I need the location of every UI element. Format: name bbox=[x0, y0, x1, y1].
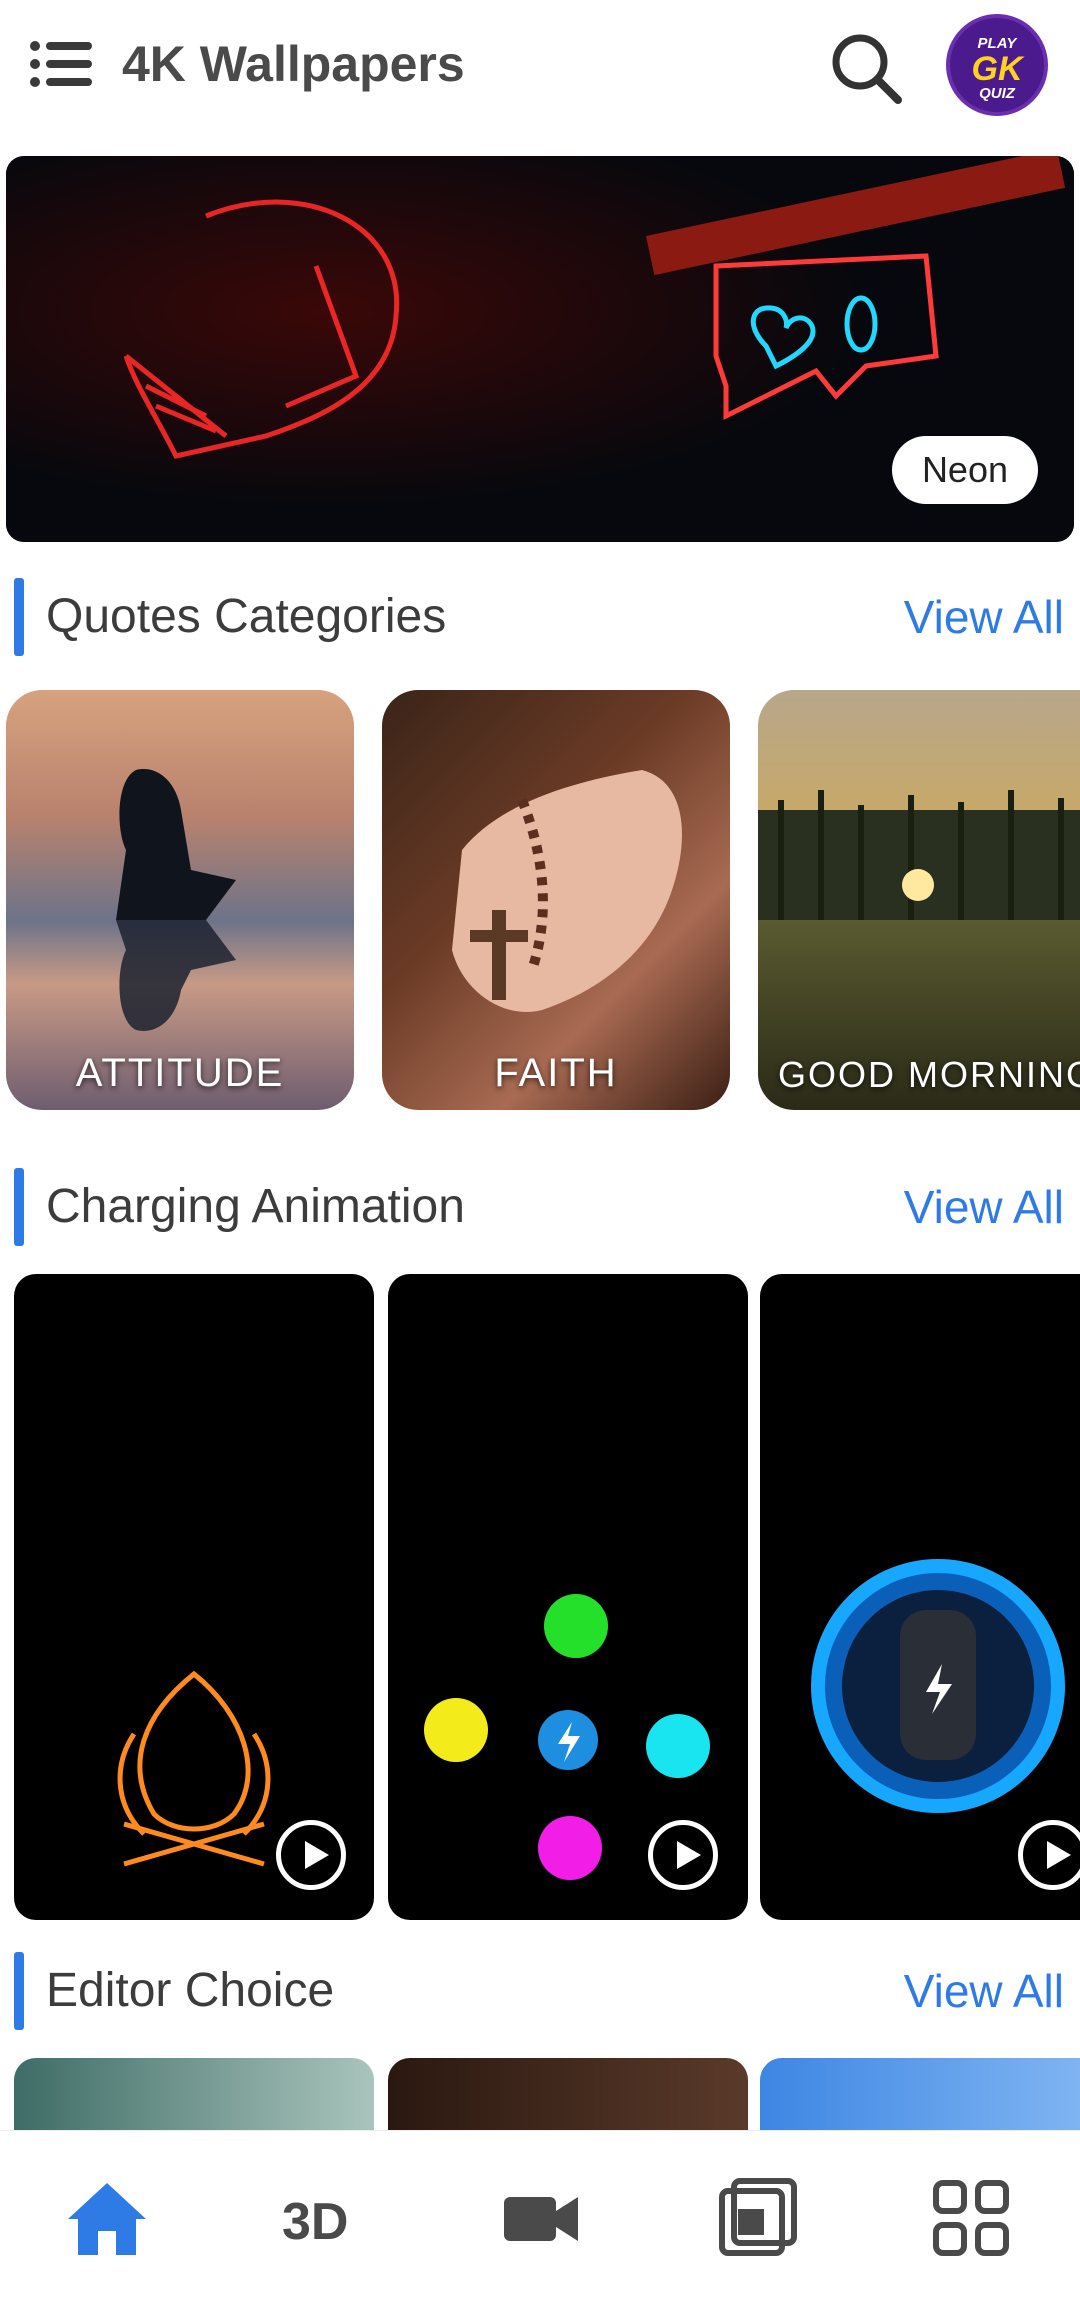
svg-text:3D: 3D bbox=[282, 2193, 348, 2251]
charging-card-car[interactable] bbox=[760, 1274, 1080, 1920]
quotes-view-all-link[interactable]: View All bbox=[904, 578, 1064, 656]
section-accent-bar bbox=[14, 1952, 24, 2030]
banner-tag: Neon bbox=[891, 436, 1038, 504]
charging-card-fire[interactable] bbox=[14, 1274, 374, 1920]
home-icon[interactable] bbox=[62, 2173, 152, 2263]
attitude-image bbox=[116, 769, 236, 1031]
editor-view-all-link[interactable]: View All bbox=[904, 1952, 1064, 2030]
3d-icon[interactable]: 3D bbox=[278, 2173, 368, 2263]
editor-card-1[interactable] bbox=[14, 2058, 374, 2130]
quote-card-label: FAITH bbox=[494, 1051, 618, 1095]
editor-card-3[interactable] bbox=[760, 2058, 1080, 2130]
car-animation-preview bbox=[811, 1559, 1065, 1813]
charging-section-title: Charging Animation bbox=[46, 1180, 465, 1233]
app-title: 4K Wallpapers bbox=[122, 36, 465, 92]
quote-card-label: ATTITUDE bbox=[75, 1051, 285, 1095]
quote-card-good-morning[interactable]: GOOD MORNING bbox=[758, 690, 1080, 1110]
gallery-icon[interactable] bbox=[712, 2173, 802, 2263]
section-accent-bar bbox=[14, 1168, 24, 1246]
quote-card-label: GOOD MORNING bbox=[778, 1054, 1080, 1095]
section-accent-bar bbox=[14, 578, 24, 656]
video-icon[interactable] bbox=[496, 2173, 586, 2263]
faith-image bbox=[452, 770, 682, 1012]
quote-card-attitude[interactable]: ATTITUDE bbox=[6, 690, 354, 1110]
bottom-navigation: 3D bbox=[0, 2130, 1080, 2298]
gk-badge-line3: QUIZ bbox=[979, 85, 1015, 102]
menu-icon[interactable] bbox=[30, 40, 92, 88]
editor-card-2[interactable] bbox=[388, 2058, 748, 2130]
search-icon[interactable] bbox=[828, 30, 904, 106]
play-button[interactable] bbox=[276, 1820, 346, 1890]
grid-icon[interactable] bbox=[926, 2173, 1016, 2263]
editor-section-title: Editor Choice bbox=[46, 1964, 335, 2017]
good-morning-image bbox=[758, 790, 1080, 920]
gk-quiz-button[interactable]: PLAY GK QUIZ bbox=[946, 14, 1048, 116]
featured-banner[interactable]: Neon bbox=[6, 156, 1074, 542]
gk-badge-line2: GK bbox=[971, 50, 1023, 88]
quotes-section-title: Quotes Categories bbox=[46, 590, 447, 643]
quote-card-faith[interactable]: FAITH bbox=[382, 690, 730, 1110]
charging-card-dots[interactable] bbox=[388, 1274, 748, 1920]
play-button[interactable] bbox=[1018, 1820, 1080, 1890]
play-button[interactable] bbox=[648, 1820, 718, 1890]
charging-view-all-link[interactable]: View All bbox=[904, 1168, 1064, 1246]
